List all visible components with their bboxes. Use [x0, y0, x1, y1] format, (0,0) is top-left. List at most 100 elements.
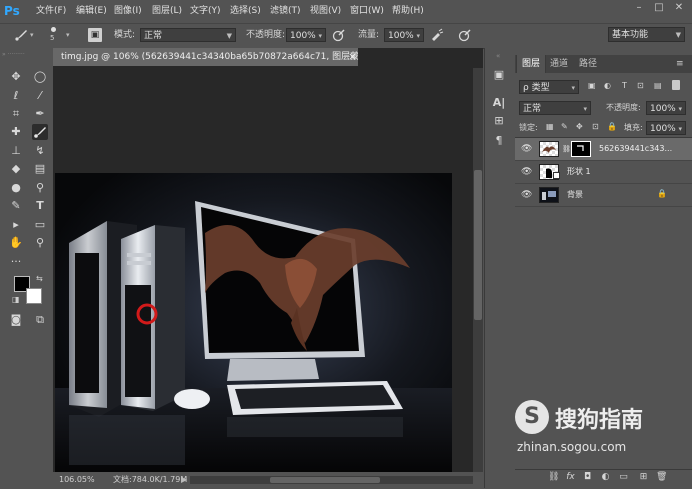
flow-input[interactable]: 100% ▾: [384, 28, 424, 42]
strip-collapse-icon[interactable]: «: [496, 52, 500, 60]
lock-position-icon[interactable]: ✥: [576, 122, 583, 131]
menu-select[interactable]: 选择(S): [230, 5, 261, 18]
vertical-scroll-thumb[interactable]: [474, 170, 482, 320]
menu-filter[interactable]: 滤镜(T): [270, 5, 301, 18]
swap-colors-icon[interactable]: ⇆: [36, 274, 43, 283]
pen-tool-icon[interactable]: ✎: [8, 198, 24, 214]
status-menu-arrow-icon[interactable]: ▶: [181, 472, 187, 488]
blur-tool-icon[interactable]: ●: [8, 180, 24, 196]
new-group-icon[interactable]: ▭: [618, 472, 629, 483]
horizontal-scroll-thumb[interactable]: [270, 477, 380, 483]
quick-mask-icon[interactable]: ◙: [8, 312, 24, 328]
healing-brush-tool-icon[interactable]: ✚: [8, 124, 24, 140]
minimize-button[interactable]: –: [632, 2, 646, 14]
layer-thumbnail[interactable]: [539, 187, 559, 203]
layer-name[interactable]: 背景: [567, 189, 583, 201]
opacity-option-input[interactable]: 100% ▾: [286, 28, 326, 42]
airbrush-icon[interactable]: [430, 28, 444, 42]
lock-image-icon[interactable]: ✎: [561, 122, 568, 131]
character-panel-icon[interactable]: A|: [492, 96, 506, 110]
menu-type[interactable]: 文字(Y): [190, 5, 221, 18]
toolbar-grip[interactable]: » ·········: [2, 52, 51, 58]
menu-layer[interactable]: 图层(L): [152, 5, 182, 18]
menu-image[interactable]: 图像(I): [114, 5, 142, 18]
tab-channels[interactable]: 通道: [545, 55, 573, 73]
lasso-tool-icon[interactable]: ℓ: [8, 88, 24, 104]
lock-transparent-icon[interactable]: ▦: [546, 122, 554, 131]
layer-thumbnail[interactable]: [539, 141, 559, 157]
close-window-button[interactable]: ✕: [672, 2, 686, 14]
magic-wand-tool-icon[interactable]: ⁄: [32, 88, 48, 104]
menu-help[interactable]: 帮助(H): [392, 5, 424, 18]
path-selection-tool-icon[interactable]: ▸: [8, 217, 24, 233]
layer-name[interactable]: 562639441c343...: [599, 143, 672, 155]
document-tab[interactable]: timg.jpg @ 106% (562639441c34340ba65b708…: [53, 48, 358, 66]
brush-tool-icon[interactable]: [14, 28, 28, 42]
blend-mode-select[interactable]: 正常 ▾: [519, 101, 591, 115]
gradient-tool-icon[interactable]: ▤: [32, 161, 48, 177]
workspace-select[interactable]: 基本功能 ▼: [608, 27, 685, 42]
brush-picker-chevron-icon[interactable]: ▾: [66, 31, 70, 39]
brush-panel-toggle-icon[interactable]: ▣: [88, 28, 102, 42]
close-tab-icon[interactable]: ×: [348, 50, 357, 64]
dodge-tool-icon[interactable]: ⚲: [32, 180, 48, 196]
brush-tool-active-icon[interactable]: [32, 124, 48, 140]
tool-preset-chevron-icon[interactable]: ▾: [30, 31, 34, 39]
filter-adjustment-icon[interactable]: ◐: [604, 81, 611, 90]
layer-row-background[interactable]: 👁 背景 🔒: [515, 184, 692, 207]
layer-style-icon[interactable]: fx: [565, 472, 576, 483]
filter-pixel-icon[interactable]: ▣: [588, 81, 596, 90]
type-tool-icon[interactable]: T: [32, 198, 48, 214]
more-tools-icon[interactable]: ···: [8, 254, 24, 270]
layer-mask-thumbnail[interactable]: [571, 141, 591, 157]
menu-file[interactable]: 文件(F): [36, 5, 66, 18]
filter-type-icon[interactable]: T: [622, 81, 627, 90]
maximize-button[interactable]: □: [652, 2, 666, 14]
paragraph-panel-icon[interactable]: ¶: [492, 134, 506, 148]
filter-toggle-icon[interactable]: [672, 80, 680, 90]
properties-panel-icon[interactable]: ⊞: [492, 114, 506, 128]
mode-select[interactable]: 正常 ▼: [140, 28, 236, 42]
filter-smart-object-icon[interactable]: ▤: [654, 81, 662, 90]
brush-size-picker[interactable]: 5: [44, 26, 64, 44]
history-brush-tool-icon[interactable]: ↯: [32, 143, 48, 159]
background-color-swatch[interactable]: [26, 288, 42, 304]
lock-all-icon[interactable]: 🔒: [607, 122, 617, 131]
layer-filter-select[interactable]: ρ 类型 ▾: [519, 80, 579, 94]
tab-paths[interactable]: 路径: [574, 55, 602, 73]
clone-stamp-tool-icon[interactable]: ⊥: [8, 143, 24, 159]
menu-view[interactable]: 视图(V): [310, 5, 341, 18]
panel-menu-icon[interactable]: ≡: [676, 59, 684, 69]
eraser-tool-icon[interactable]: ◆: [8, 161, 24, 177]
menu-window[interactable]: 窗口(W): [350, 5, 384, 18]
adjustment-layer-icon[interactable]: ◐: [600, 472, 611, 483]
visibility-eye-icon[interactable]: 👁: [521, 190, 532, 200]
pressure-size-icon[interactable]: [458, 28, 472, 42]
fill-input[interactable]: 100% ▾: [646, 121, 686, 135]
delete-layer-icon[interactable]: 🗑: [656, 472, 667, 483]
hand-tool-icon[interactable]: ✋: [8, 235, 24, 251]
new-layer-icon[interactable]: ⊞: [638, 472, 649, 483]
move-tool-icon[interactable]: ✥: [8, 69, 24, 85]
screen-mode-icon[interactable]: ⧉: [32, 312, 48, 328]
zoom-tool-icon[interactable]: ⚲: [32, 235, 48, 251]
lock-artboard-icon[interactable]: ⊡: [592, 122, 599, 131]
history-panel-icon[interactable]: ▣: [492, 68, 506, 82]
visibility-eye-icon[interactable]: 👁: [521, 167, 532, 177]
layer-row-mask-layer[interactable]: 👁 ⛓ 562639441c343...: [515, 138, 692, 161]
document-canvas[interactable]: [55, 173, 452, 472]
link-layers-icon[interactable]: ⛓: [548, 472, 559, 483]
layer-name[interactable]: 形状 1: [567, 166, 591, 178]
pressure-opacity-icon[interactable]: [332, 28, 346, 42]
zoom-level[interactable]: 106.05%: [59, 472, 95, 488]
add-mask-icon[interactable]: ◘: [582, 472, 593, 483]
filter-shape-icon[interactable]: ⊡: [637, 81, 644, 90]
crop-tool-icon[interactable]: ⌗: [8, 106, 24, 122]
rectangle-tool-icon[interactable]: ▭: [32, 217, 48, 233]
mask-link-icon[interactable]: ⛓: [562, 145, 571, 153]
layer-opacity-input[interactable]: 100% ▾: [646, 101, 686, 115]
layer-row-shape[interactable]: 👁 形状 1: [515, 161, 692, 184]
marquee-tool-icon[interactable]: ◯: [32, 69, 48, 85]
eyedropper-tool-icon[interactable]: ✒: [32, 106, 48, 122]
tab-layers[interactable]: 图层: [516, 55, 547, 73]
